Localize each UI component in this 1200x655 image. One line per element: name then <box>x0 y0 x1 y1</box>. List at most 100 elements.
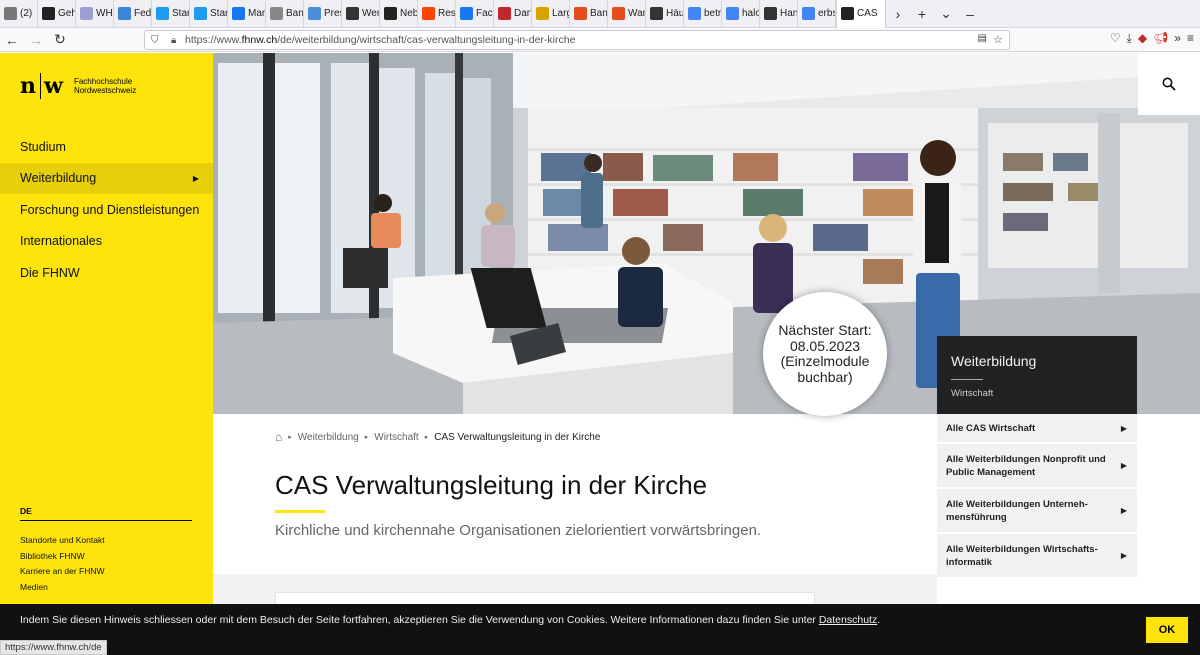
browser-tab[interactable]: Neb <box>380 0 418 28</box>
logo-divider <box>40 73 41 99</box>
overflow-icon[interactable]: » <box>1174 31 1181 46</box>
footer-link[interactable]: Medien <box>20 582 105 598</box>
site-search-button[interactable] <box>1138 53 1200 115</box>
context-link-label: Alle CAS Wirtschaft <box>946 422 1036 434</box>
breadcrumb-link[interactable]: Wirtschaft <box>374 432 418 443</box>
star-icon <box>80 7 93 20</box>
browser-tab[interactable]: Bana <box>266 0 304 28</box>
context-link[interactable]: Alle CAS Wirtschaft ▶ <box>937 414 1137 444</box>
download-icon[interactable]: ⤓ <box>1127 31 1132 46</box>
browser-tab[interactable]: Ware <box>608 0 646 28</box>
tab-label: Larg <box>552 8 569 19</box>
privacy-link[interactable]: Datenschutz <box>819 614 877 626</box>
footer-links: Standorte und Kontakt Bibliothek FHNW Karr… <box>20 535 105 597</box>
shield-icon[interactable]: ⛉ <box>151 35 165 46</box>
context-panel-header: Weiterbildung Wirtschaft <box>937 336 1137 414</box>
extension-icon[interactable]: ◆ <box>1138 31 1147 46</box>
browser-tab[interactable]: betr <box>684 0 722 28</box>
new-tab-icon[interactable]: + <box>910 6 934 22</box>
browser-tab[interactable]: Start <box>152 0 190 28</box>
context-link[interactable]: Alle Weiterbildungen Wirtschafts-informa… <box>937 534 1137 579</box>
tab-scroll-right-icon[interactable]: › <box>886 6 910 22</box>
tab-label: (2) <box>20 8 33 19</box>
megaphone-icon[interactable]: 📢︎ <box>1153 31 1168 46</box>
reload-icon[interactable]: ↻ <box>48 31 72 48</box>
browser-tab[interactable]: CAS <box>836 0 886 28</box>
next-start-text: Nächster Start: 08.05.2023 (Einzelmodule bu… <box>778 322 872 385</box>
browser-tab[interactable]: Geh <box>38 0 76 28</box>
w-icon <box>764 7 777 20</box>
tab-label: Rese <box>438 8 456 19</box>
badge-line: Nächster Start: <box>778 322 872 338</box>
browser-tab[interactable]: Häuf <box>646 0 684 28</box>
browser-tab[interactable]: Wen <box>342 0 380 28</box>
g-icon <box>688 7 701 20</box>
logo-mark: n <box>20 73 37 99</box>
browser-tab[interactable]: Marc <box>228 0 266 28</box>
tab-label: WHA <box>96 8 113 19</box>
browser-toolbar: ← → ↻ ⛉ 🔒︎ https://www.fhnw.ch/de/weiter… <box>0 28 1200 52</box>
panel-subtitle[interactable]: Wirtschaft <box>951 388 993 399</box>
notification-icon <box>4 7 17 20</box>
tab-label: Neb <box>400 8 418 19</box>
tab-label: Häuf <box>666 8 684 19</box>
tab-list-dropdown-icon[interactable]: ⌄ <box>934 5 958 22</box>
browser-tab[interactable]: Start <box>190 0 228 28</box>
breadcrumb-separator-icon: ▸ <box>288 434 292 441</box>
footer-link[interactable]: Karriere an der FHNW <box>20 566 105 582</box>
nav-item-die[interactable]: Die FHNW <box>0 257 213 289</box>
nav-item-internationales[interactable]: Internationales <box>0 226 213 258</box>
browser-tab[interactable]: halo <box>722 0 760 28</box>
status-bar-url: https://www.fhnw.ch/de <box>0 640 107 655</box>
tab-label: halo <box>742 8 760 19</box>
browser-tab[interactable]: Larg <box>532 0 570 28</box>
minimize-icon[interactable]: – <box>958 6 982 22</box>
footer-link[interactable]: Standorte und Kontakt <box>20 535 105 551</box>
home-icon[interactable]: ⌂ <box>275 430 282 444</box>
main-nav: Studium Weiterbildung ▶ Forschung und Diens… <box>0 131 213 289</box>
reader-view-icon[interactable]: ▤ <box>978 33 987 44</box>
tab-label: betr <box>704 8 722 19</box>
tab-label: Fede <box>134 8 152 19</box>
tab-label: Start <box>172 8 189 19</box>
pocket-icon[interactable]: ♡ <box>1110 31 1121 46</box>
bookmark-star-icon[interactable]: ☆ <box>993 33 1003 46</box>
forward-icon[interactable]: → <box>24 32 48 48</box>
logo-mark: w <box>44 73 64 99</box>
nav-item-studium[interactable]: Studium <box>0 131 213 163</box>
browser-tab[interactable]: WHA <box>76 0 114 28</box>
browser-tab[interactable]: Press <box>304 0 342 28</box>
context-link-label: Alle Weiterbildungen Unterneh-mensführun… <box>946 498 1088 523</box>
chevron-right-icon: ▶ <box>192 173 199 183</box>
tab-label: CAS <box>857 8 878 19</box>
browser-tab[interactable]: Fede <box>114 0 152 28</box>
back-icon[interactable]: ← <box>0 32 24 48</box>
browser-tab[interactable]: Darf <box>494 0 532 28</box>
browser-tab[interactable]: (2) <box>0 0 38 28</box>
language-switch[interactable]: DE <box>20 506 32 516</box>
lock-icon[interactable]: 🔒︎ <box>171 35 185 46</box>
breadcrumb-link[interactable]: Weiterbildung <box>298 432 359 443</box>
browser-tab[interactable]: Han <box>760 0 798 28</box>
chevron-right-icon: ▶ <box>1120 551 1127 560</box>
context-link[interactable]: Alle Weiterbildungen Unterneh-mensführun… <box>937 489 1137 534</box>
browser-tab[interactable]: Bana <box>570 0 608 28</box>
tab-label: Bana <box>590 8 608 19</box>
cookie-ok-button[interactable]: OK <box>1146 617 1188 643</box>
browser-tab[interactable]: erbs <box>798 0 836 28</box>
footer-link[interactable]: Bibliothek FHNW <box>20 551 105 567</box>
breadcrumb: ⌂ ▸ Weiterbildung ▸ Wirtschaft ▸ CAS Verwaltun… <box>275 430 606 444</box>
menu-icon[interactable]: ≡ <box>1187 31 1194 46</box>
url-bar[interactable]: ⛉ 🔒︎ https://www.fhnw.ch/de/weiterbildun… <box>144 30 1010 50</box>
news-icon <box>42 7 55 20</box>
badge-line: (Einzelmodule <box>780 353 870 369</box>
nav-item-forschung[interactable]: Forschung und Dienstleistungen <box>0 194 213 226</box>
nav-item-weiterbildung[interactable]: Weiterbildung ▶ <box>0 162 213 194</box>
tab-label: erbs <box>818 8 836 19</box>
browser-tab[interactable]: Rese <box>418 0 456 28</box>
browser-tab[interactable]: Face <box>456 0 494 28</box>
fhnw-logo[interactable]: n w Fachhochschule Nordwestschweiz <box>20 73 136 99</box>
nav-item-label: Forschung und Dienstleistungen <box>20 202 200 217</box>
tab-label: Press <box>324 8 341 19</box>
context-link[interactable]: Alle Weiterbildungen Nonprofit und Publi… <box>937 444 1137 489</box>
